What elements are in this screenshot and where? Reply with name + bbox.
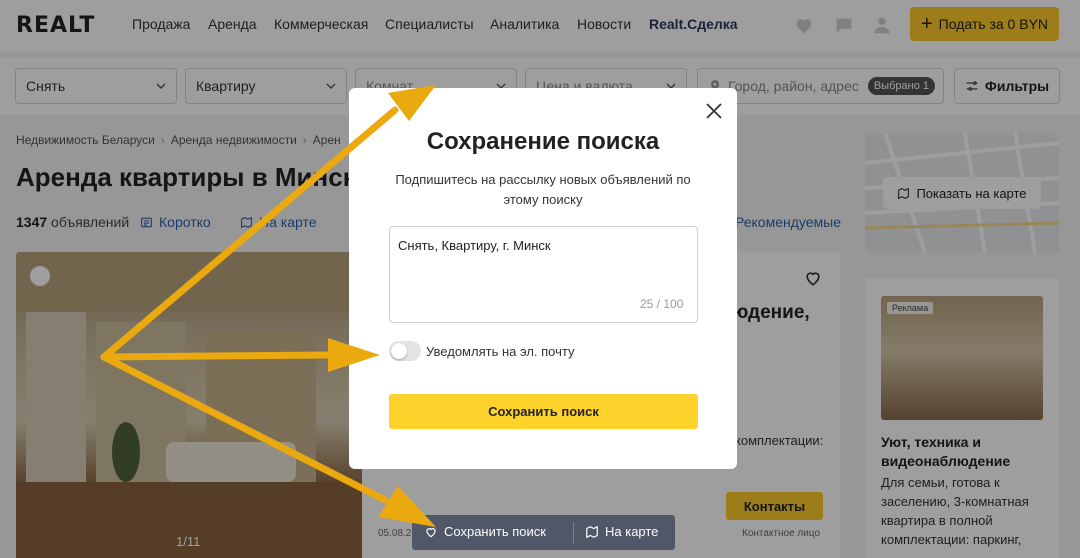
floating-save-label: Сохранить поиск <box>444 524 546 539</box>
close-icon[interactable] <box>704 101 724 121</box>
save-search-button[interactable]: Сохранить поиск <box>389 394 698 429</box>
floating-map-button[interactable]: На карте <box>585 524 658 539</box>
modal-title: Сохранение поиска <box>426 128 660 155</box>
toggle-knob <box>391 343 407 359</box>
floating-save-search-button[interactable]: Сохранить поиск <box>424 524 546 539</box>
divider <box>573 522 574 543</box>
char-counter: 25 / 100 <box>640 297 684 311</box>
floating-map-label: На карте <box>605 524 659 539</box>
email-notify-label[interactable]: Уведомлять на эл. почту <box>426 344 574 359</box>
search-name-value: Снять, Квартиру, г. Минск <box>398 238 551 253</box>
email-notify-toggle[interactable] <box>389 341 421 361</box>
map-icon <box>586 525 598 538</box>
modal-subtitle: Подпишитесь на рассылку новых объявлений… <box>395 172 691 207</box>
heart-outline-icon <box>426 527 436 537</box>
